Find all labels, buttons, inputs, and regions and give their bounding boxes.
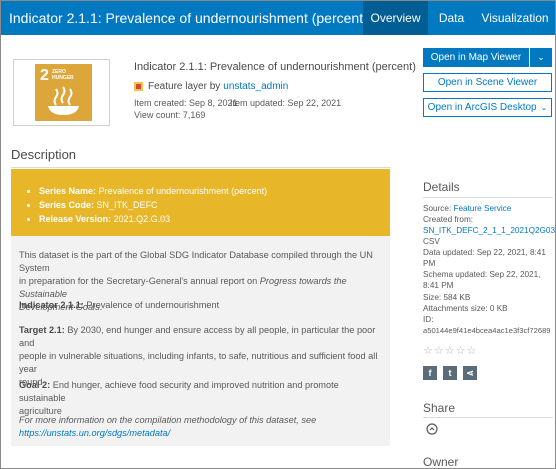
goal-paragraph: Goal 2: End hunger, achieve food securit… [19, 380, 339, 416]
created-from-ext: CSV [423, 237, 440, 246]
source-line: Source: Feature Service [423, 204, 512, 213]
series-summary-box: Series Name: Prevalence of undernourishm… [11, 169, 390, 236]
twitter-icon[interactable]: t [443, 366, 457, 380]
sdg-goal-2-logo: 2 ZERO HUNGER [35, 64, 92, 121]
tab-data[interactable]: Data [428, 1, 475, 35]
size: Size: 584 KB [423, 293, 471, 302]
rating-stars[interactable]: ☆☆☆☆☆ [423, 344, 477, 357]
description-heading: Description [11, 147, 77, 162]
share-heading: Share [423, 401, 456, 415]
facebook-icon[interactable]: f [423, 366, 437, 380]
feature-layer-icon [134, 82, 143, 91]
open-map-viewer-button[interactable]: Open in Map Viewer [423, 48, 529, 67]
view-count: View count: 7,169 [134, 110, 206, 120]
details-heading: Details [423, 180, 460, 194]
data-updated-time: PM [423, 259, 436, 268]
arcgis-desktop-label: Open in ArcGIS Desktop [427, 102, 537, 113]
more-info-paragraph: For more information on the compilation … [19, 415, 317, 438]
created-from-label: Created from: [423, 215, 474, 224]
open-scene-viewer-button[interactable]: Open in Scene Viewer [423, 73, 552, 92]
divider [423, 197, 553, 198]
release-version-item: Release Version: 2021.Q2.G.03 [39, 214, 267, 224]
item-thumbnail: 2 ZERO HUNGER [13, 59, 110, 126]
item-type-text: Feature layer by [148, 81, 221, 92]
share-link-icon[interactable]: ⋖ [463, 366, 477, 380]
item-page: Indicator 2.1.1: Prevalence of undernour… [0, 0, 556, 469]
chevron-down-icon: ⌄ [540, 103, 548, 112]
item-created: Item created: Sep 8, 2021 [134, 98, 238, 108]
tab-overview[interactable]: Overview [363, 1, 428, 35]
divider [11, 167, 391, 168]
source-link[interactable]: Feature Service [454, 204, 512, 213]
item-id: a50144e9f41e4bcea4ac1e3f3cf72689 [423, 326, 551, 335]
divider [423, 417, 553, 418]
map-viewer-dropdown-button[interactable]: ⌄ [530, 48, 552, 67]
chevron-down-icon: ⌄ [537, 52, 545, 62]
header-bar: Indicator 2.1.1: Prevalence of undernour… [1, 1, 555, 35]
page-title: Indicator 2.1.1: Prevalence of undernour… [9, 10, 368, 26]
indicator-paragraph: Indicator 2.1.1: Prevalence of undernour… [19, 300, 220, 310]
item-type-line: Feature layer by unstats_admin [134, 81, 288, 92]
owner-heading: Owner [423, 455, 459, 469]
owner-link[interactable]: unstats_admin [223, 81, 288, 92]
item-title: Indicator 2.1.1: Prevalence of undernour… [134, 61, 416, 73]
schema-updated-time: 8:41 PM [423, 281, 454, 290]
series-list: Series Name: Prevalence of undernourishm… [39, 186, 267, 228]
sdg-number: 2 [40, 67, 49, 84]
attachments-size: Attachments size: 0 KB [423, 304, 508, 313]
id-label: ID: [423, 315, 434, 324]
bowl-icon [48, 86, 79, 115]
created-from-link[interactable]: SN_ITK_DEFC_2_1_1_2021Q2G03. [423, 225, 555, 236]
series-code-item: Series Code: SN_ITK_DEFC [39, 200, 267, 210]
item-updated: Item updated: Sep 22, 2021 [230, 98, 342, 108]
series-name-item: Series Name: Prevalence of undernourishm… [39, 186, 267, 196]
tab-visualization[interactable]: Visualization [475, 1, 555, 35]
schema-updated: Schema updated: Sep 22, 2021, [423, 270, 541, 279]
metadata-link[interactable]: https://unstats.un.org/sdgs/metadata/ [19, 428, 170, 438]
open-arcgis-desktop-button[interactable]: Open in ArcGIS Desktop ⌄ [423, 98, 552, 117]
data-updated: Data updated: Sep 22, 2021, 8:41 [423, 248, 546, 257]
sdg-label: ZERO HUNGER [52, 69, 74, 81]
embed-icon[interactable] [426, 423, 438, 435]
description-body: This dataset is the part of the Global S… [11, 236, 390, 446]
